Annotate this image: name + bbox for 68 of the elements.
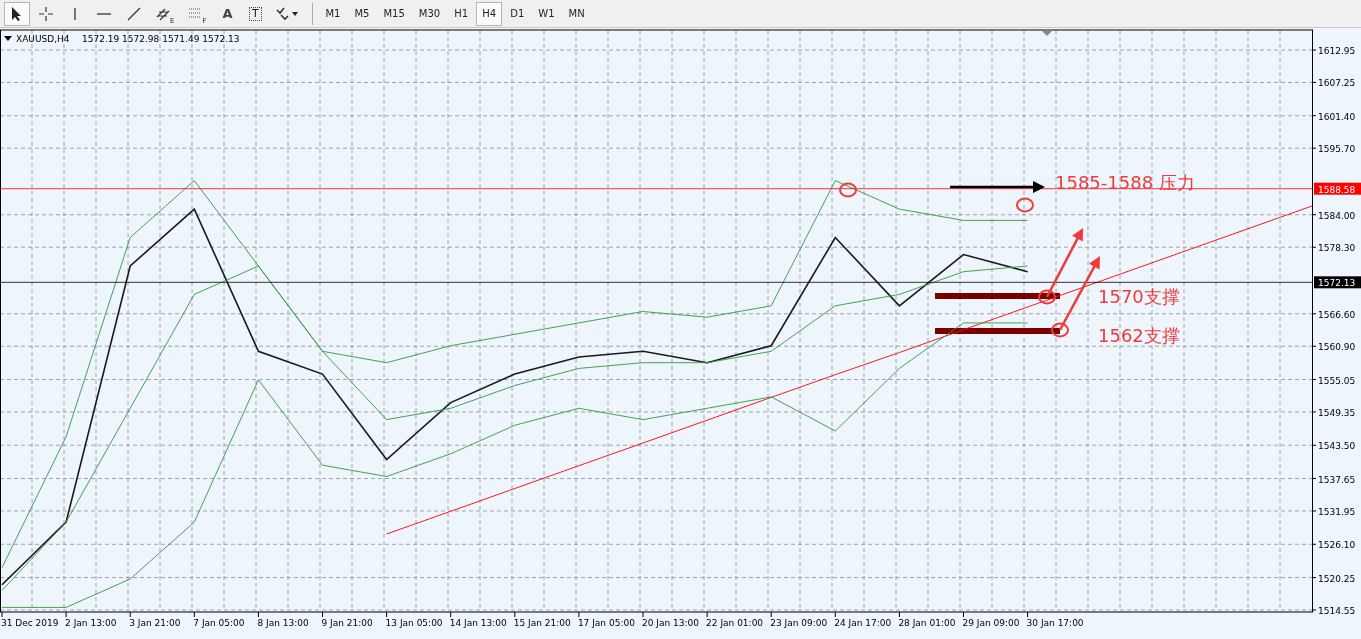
price-axis-label: 1601.40 (1318, 111, 1356, 122)
price-tag: 1572.13 (1314, 276, 1361, 289)
timeframe-button[interactable]: H4 (476, 1, 503, 26)
ref-line-label: 1572.13 (1318, 278, 1356, 289)
timeframe-button[interactable]: M30 (412, 1, 447, 26)
crosshair-icon (38, 5, 54, 22)
quote-values: 1572.19 1572.98 1571.49 1572.13 (82, 34, 240, 44)
time-axis-label: 7 Jan 05:00 (193, 618, 245, 628)
circle-marker (1038, 289, 1056, 305)
symbol-label: XAUUSD,H4 (16, 34, 70, 44)
circle-marker (1016, 197, 1034, 213)
channel-icon (156, 6, 170, 21)
price-axis-label: 1560.90 (1318, 342, 1356, 353)
time-axis-label: 15 Jan 21:00 (513, 618, 571, 628)
timeframe-button[interactable]: M1 (319, 1, 347, 26)
text-tool-button[interactable]: A (214, 1, 241, 26)
time-axis-label: 9 Jan 21:00 (321, 618, 373, 628)
annotation-text: 1562支撑 (1098, 325, 1180, 346)
collapse-triangle-icon (4, 36, 12, 41)
time-axis-label: 22 Jan 01:00 (706, 618, 764, 628)
annotation-text: 1585-1588 压力 (1055, 172, 1195, 193)
timeframe-button[interactable]: D1 (504, 1, 531, 26)
price-axis-label: 1543.50 (1318, 441, 1356, 452)
ref-line-label: 1588.58 (1318, 184, 1356, 195)
price-axis-label: 1566.60 (1318, 309, 1356, 320)
arrow (1045, 228, 1083, 298)
cursor-icon (10, 5, 24, 22)
shift-marker-icon (1042, 31, 1052, 36)
time-axis-label: 14 Jan 13:00 (449, 618, 507, 628)
time-axis-label: 31 Dec 2019 (1, 618, 59, 628)
price-axis-label: 1520.25 (1318, 573, 1356, 584)
annotation-text: 1570支撑 (1098, 286, 1180, 307)
price-axis-label: 1578.30 (1318, 243, 1356, 254)
price-axis-label: 1555.05 (1318, 375, 1356, 386)
arrows-icon (276, 6, 301, 21)
time-axis-label: 28 Jan 01:00 (898, 618, 956, 628)
timeframe-button[interactable]: H1 (448, 1, 475, 26)
time-axis-label: 17 Jan 05:00 (577, 618, 635, 628)
time-axis-label: 24 Jan 17:00 (834, 618, 892, 628)
diagonal-line-icon (126, 5, 142, 22)
price-axis-label: 1595.70 (1318, 144, 1356, 155)
time-axis-label: 2 Jan 13:00 (65, 618, 117, 628)
timeframe-button[interactable]: M5 (348, 1, 376, 26)
circle-marker (839, 182, 857, 198)
timeframe-button[interactable]: M15 (377, 1, 411, 26)
price-axis-label: 1607.25 (1318, 78, 1356, 89)
cursor-tool-button[interactable] (4, 1, 30, 26)
time-axis-label: 13 Jan 05:00 (385, 618, 443, 628)
time-axis-label: 30 Jan 17:00 (1026, 618, 1084, 628)
price-axis-label: 1537.65 (1318, 474, 1356, 485)
price-axis-label: 1549.35 (1318, 407, 1356, 418)
textlabel-tool-button[interactable]: T (242, 1, 269, 26)
price-axis-label: 1584.00 (1318, 210, 1356, 221)
vertical-line-icon (73, 5, 77, 22)
time-axis-label: 23 Jan 09:00 (770, 618, 828, 628)
time-axis-label: 8 Jan 13:00 (257, 618, 309, 628)
price-axis-label: 1514.55 (1318, 606, 1356, 616)
horizontal-line-icon (96, 11, 112, 16)
price-axis-label: 1531.95 (1318, 507, 1356, 517)
timeframe-button[interactable]: W1 (532, 1, 561, 26)
timeframe-button[interactable]: MN (562, 1, 591, 26)
dotted-lines-icon (188, 6, 203, 21)
price-axis-label: 1526.10 (1318, 540, 1356, 551)
price-axis-label: 1612.95 (1318, 46, 1356, 56)
time-axis-label: 29 Jan 09:00 (962, 618, 1020, 628)
time-axis-label: 3 Jan 21:00 (129, 618, 181, 628)
time-axis-label: 20 Jan 13:00 (642, 618, 699, 628)
circle-marker (1051, 322, 1069, 338)
